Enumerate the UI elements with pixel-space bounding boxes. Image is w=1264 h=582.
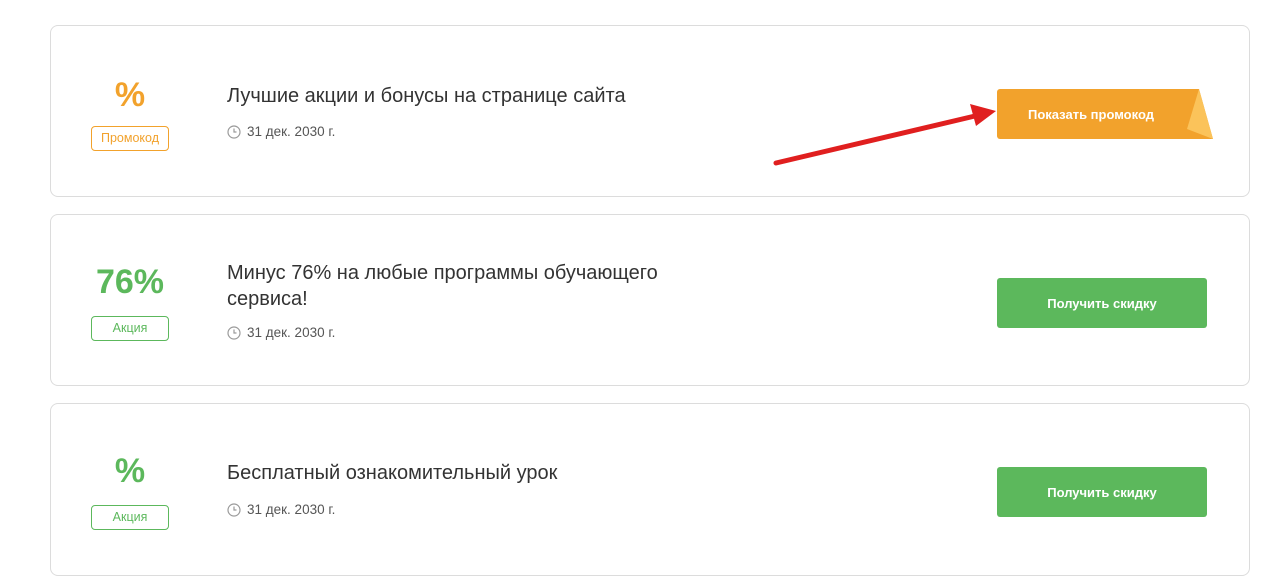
offer-value: 76% [95,263,165,301]
offer-expiry: 31 дек. 2030 г. [227,325,335,340]
get-discount-button[interactable]: Получить скидку [997,467,1207,517]
offers-page: % Промокод Лучшие акции и бонусы на стра… [0,0,1264,582]
offer-type-badge: Промокод [91,126,169,151]
promocode-fold-icon[interactable] [1173,89,1213,139]
offer-title: Бесплатный ознакомительный урок [227,462,558,484]
get-discount-button[interactable]: Получить скидку [997,278,1207,328]
offer-title: Минус 76% на любые программы обучающего … [227,262,658,310]
clock-icon [227,124,241,139]
offer-card-free-lesson: % Акция Бесплатный ознакомительный урок … [50,403,1250,576]
offer-expiry-date: 31 дек. 2030 г. [247,502,336,517]
offer-expiry-date: 31 дек. 2030 г. [247,325,336,340]
offer-expiry-date: 31 дек. 2030 г. [247,124,336,139]
show-promocode-button-label: Показать промокод [1028,106,1154,122]
offer-title: Лучшие акции и бонусы на странице сайта [227,85,626,107]
offer-value-block: % Акция [91,454,169,530]
show-promocode-button[interactable]: Показать промокод [997,89,1185,139]
get-discount-button-label: Получить скидку [1047,295,1157,311]
clock-icon [227,325,241,340]
offer-value: % [114,452,146,490]
clock-icon [227,502,241,517]
offer-value: % [114,76,146,114]
get-discount-button-label: Получить скидку [1047,484,1157,500]
offer-value-block: 76% Акция [91,265,169,341]
offer-type-badge: Акция [91,316,169,341]
offer-value-block: % Промокод [91,78,169,151]
offer-card-discount: 76% Акция Минус 76% на любые программы о… [50,214,1250,386]
offer-expiry: 31 дек. 2030 г. [227,124,335,139]
offer-expiry: 31 дек. 2030 г. [227,502,335,517]
offer-card-promocode: % Промокод Лучшие акции и бонусы на стра… [50,25,1250,197]
offer-type-badge: Акция [91,505,169,530]
